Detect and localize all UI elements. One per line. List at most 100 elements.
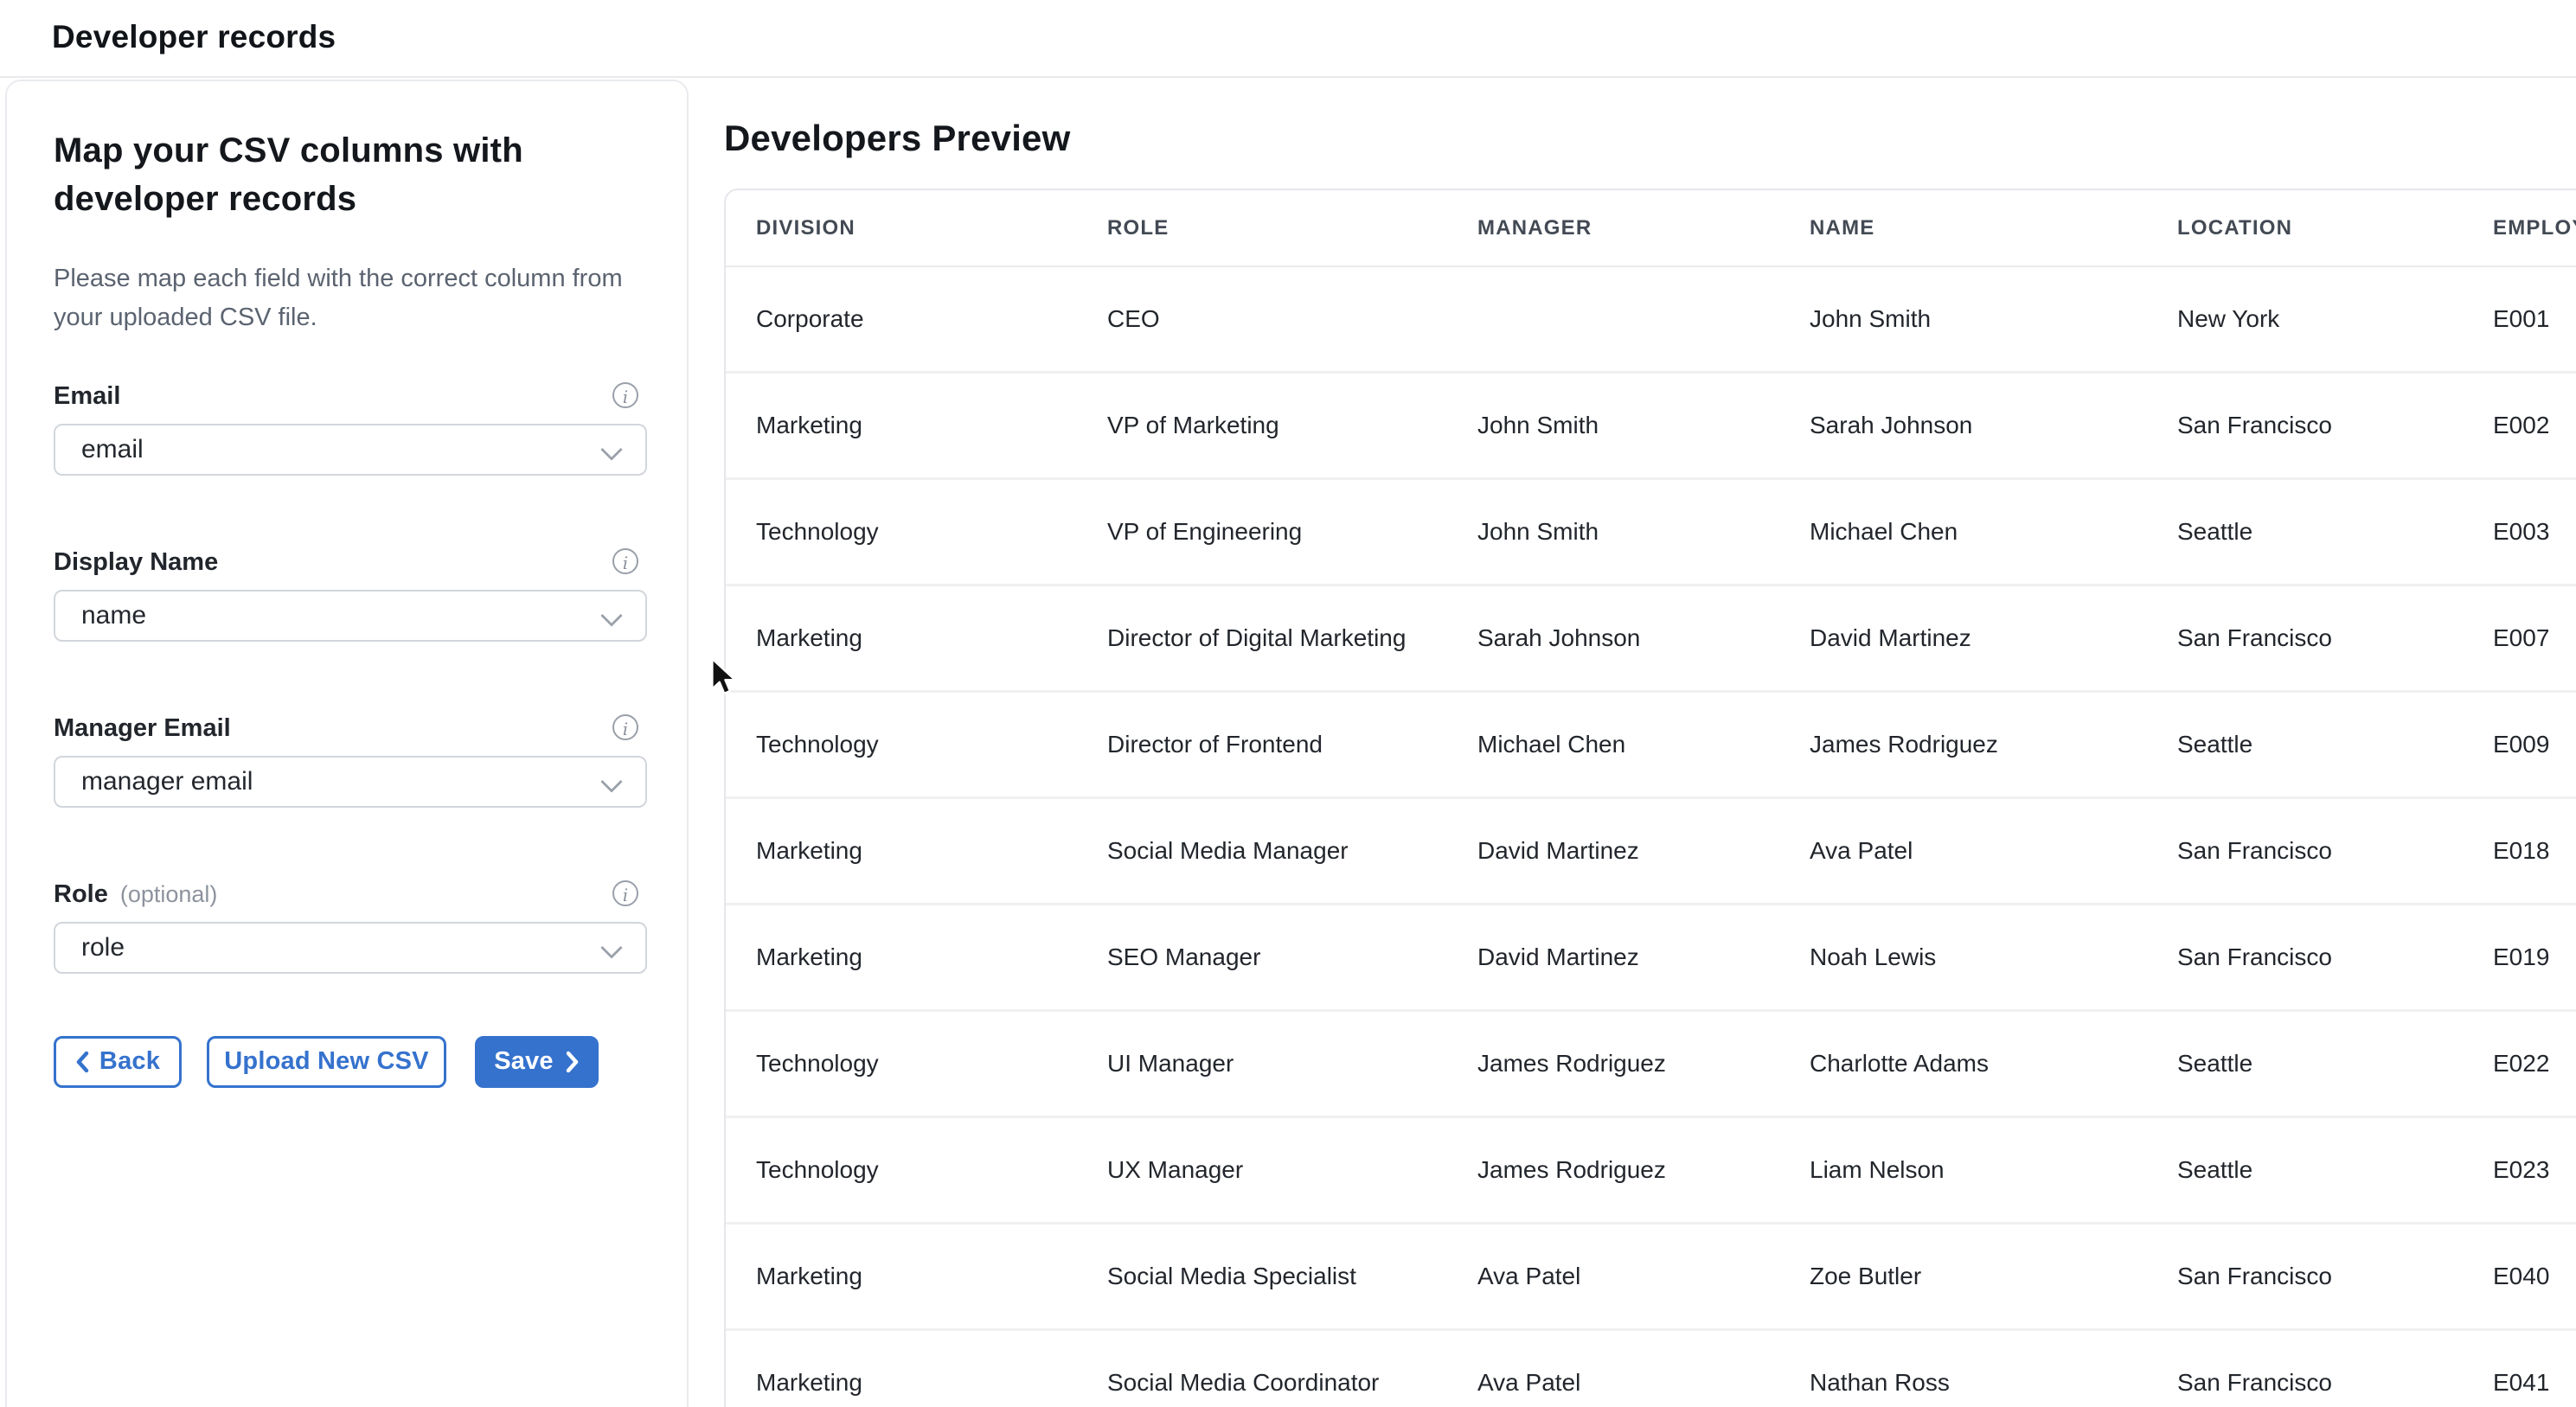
column-header-role: ROLE [1077,190,1447,266]
cell-division: Technology [726,479,1077,585]
table-header-row: DIVISION ROLE MANAGER NAME LOCATION EMPL… [726,190,2576,266]
info-icon[interactable]: i [612,382,638,408]
upload-new-csv-button[interactable]: Upload New CSV [207,1036,446,1088]
cell-manager: John Smith [1447,373,1779,479]
manager-email-field-label: Manager Email [54,714,231,743]
cell-division: Marketing [726,585,1077,692]
cell-employee-id: E040 [2463,1224,2576,1330]
cell-location: San Francisco [2147,905,2463,1011]
save-button[interactable]: Save [475,1036,599,1088]
cell-name: James Rodriguez [1779,692,2147,798]
cell-location: Seattle [2147,1117,2463,1224]
top-bar: Developer records [0,0,2576,78]
cell-role: VP of Engineering [1077,479,1447,585]
chevron-down-icon [600,604,622,626]
cell-manager: David Martinez [1447,798,1779,905]
cell-manager: James Rodriguez [1447,1117,1779,1224]
field-group-role: Role (optional) i role [54,879,647,974]
table-row: Technology VP of Engineering John Smith … [726,479,2576,585]
info-icon[interactable]: i [612,548,638,574]
cell-role: UX Manager [1077,1117,1447,1224]
preview-heading: Developers Preview [724,118,1071,159]
cell-manager: John Smith [1447,479,1779,585]
manager-email-column-select[interactable]: manager email [54,756,647,808]
role-field-label: Role [54,880,108,909]
back-button-label: Back [99,1047,160,1076]
column-header-name: NAME [1779,190,2147,266]
field-group-manager-email: Manager Email i manager email [54,713,647,808]
email-column-selected-value: email [81,435,144,464]
action-button-row: Back Upload New CSV Save [54,1036,647,1088]
role-optional-suffix: (optional) [120,881,218,908]
cell-division: Marketing [726,1330,1077,1407]
mapping-description: Please map each field with the correct c… [54,259,635,337]
display-name-column-select[interactable]: name [54,590,647,642]
cell-name: John Smith [1779,266,2147,373]
cell-employee-id: E041 [2463,1330,2576,1407]
field-group-email: Email i email [54,381,647,476]
cell-employee-id: E009 [2463,692,2576,798]
column-header-manager: MANAGER [1447,190,1779,266]
cell-role: UI Manager [1077,1011,1447,1117]
cell-location: Seattle [2147,1011,2463,1117]
table-row: Marketing Social Media Specialist Ava Pa… [726,1224,2576,1330]
cell-manager: Ava Patel [1447,1224,1779,1330]
email-field-label: Email [54,382,120,411]
table-row: Technology UI Manager James Rodriguez Ch… [726,1011,2576,1117]
cell-name: Sarah Johnson [1779,373,2147,479]
field-label-row: Display Name i [54,547,647,579]
email-column-select[interactable]: email [54,424,647,476]
field-label-row: Role (optional) i [54,879,647,911]
table-row: Marketing VP of Marketing John Smith Sar… [726,373,2576,479]
cell-division: Corporate [726,266,1077,373]
cell-employee-id: E019 [2463,905,2576,1011]
info-icon[interactable]: i [612,714,638,740]
display-name-column-selected-value: name [81,601,146,630]
cell-division: Marketing [726,798,1077,905]
cell-division: Technology [726,1117,1077,1224]
role-column-select[interactable]: role [54,922,647,974]
cell-name: Ava Patel [1779,798,2147,905]
table-row: Marketing Director of Digital Marketing … [726,585,2576,692]
page-title: Developer records [52,19,336,55]
mouse-cursor-icon [709,657,737,697]
chevron-down-icon [600,771,622,792]
cell-division: Technology [726,1011,1077,1117]
column-header-division: DIVISION [726,190,1077,266]
back-button[interactable]: Back [54,1036,182,1088]
developers-preview-table: DIVISION ROLE MANAGER NAME LOCATION EMPL… [726,190,2576,1407]
cell-manager: Michael Chen [1447,692,1779,798]
cell-location: San Francisco [2147,798,2463,905]
info-icon[interactable]: i [612,880,638,906]
cell-role: Social Media Specialist [1077,1224,1447,1330]
cell-location: Seattle [2147,692,2463,798]
column-header-location: LOCATION [2147,190,2463,266]
cell-name: Nathan Ross [1779,1330,2147,1407]
upload-new-csv-button-label: Upload New CSV [224,1047,428,1076]
cell-name: Noah Lewis [1779,905,2147,1011]
column-header-employee-id: EMPLOYEE ID [2463,190,2576,266]
cell-employee-id: E003 [2463,479,2576,585]
table-row: Technology UX Manager James Rodriguez Li… [726,1117,2576,1224]
cell-role: Director of Digital Marketing [1077,585,1447,692]
cell-division: Marketing [726,905,1077,1011]
table-row: Marketing Social Media Coordinator Ava P… [726,1330,2576,1407]
cell-location: San Francisco [2147,585,2463,692]
cell-role: VP of Marketing [1077,373,1447,479]
developers-preview-table-card: DIVISION ROLE MANAGER NAME LOCATION EMPL… [724,189,2576,1407]
cell-name: Charlotte Adams [1779,1011,2147,1117]
role-column-selected-value: role [81,933,125,963]
developers-preview-panel: Developers Preview DIVISION ROLE MANAGER… [690,78,2576,1407]
cell-manager: James Rodriguez [1447,1011,1779,1117]
cell-division: Technology [726,692,1077,798]
cell-employee-id: E002 [2463,373,2576,479]
csv-mapping-panel: Map your CSV columns with developer reco… [5,80,689,1407]
save-button-label: Save [494,1047,554,1076]
cell-role: Social Media Coordinator [1077,1330,1447,1407]
cell-employee-id: E023 [2463,1117,2576,1224]
cell-location: San Francisco [2147,1330,2463,1407]
field-label-row: Email i [54,381,647,413]
mapping-heading: Map your CSV columns with developer reco… [54,126,573,223]
cell-location: San Francisco [2147,1224,2463,1330]
chevron-left-icon [75,1051,89,1073]
